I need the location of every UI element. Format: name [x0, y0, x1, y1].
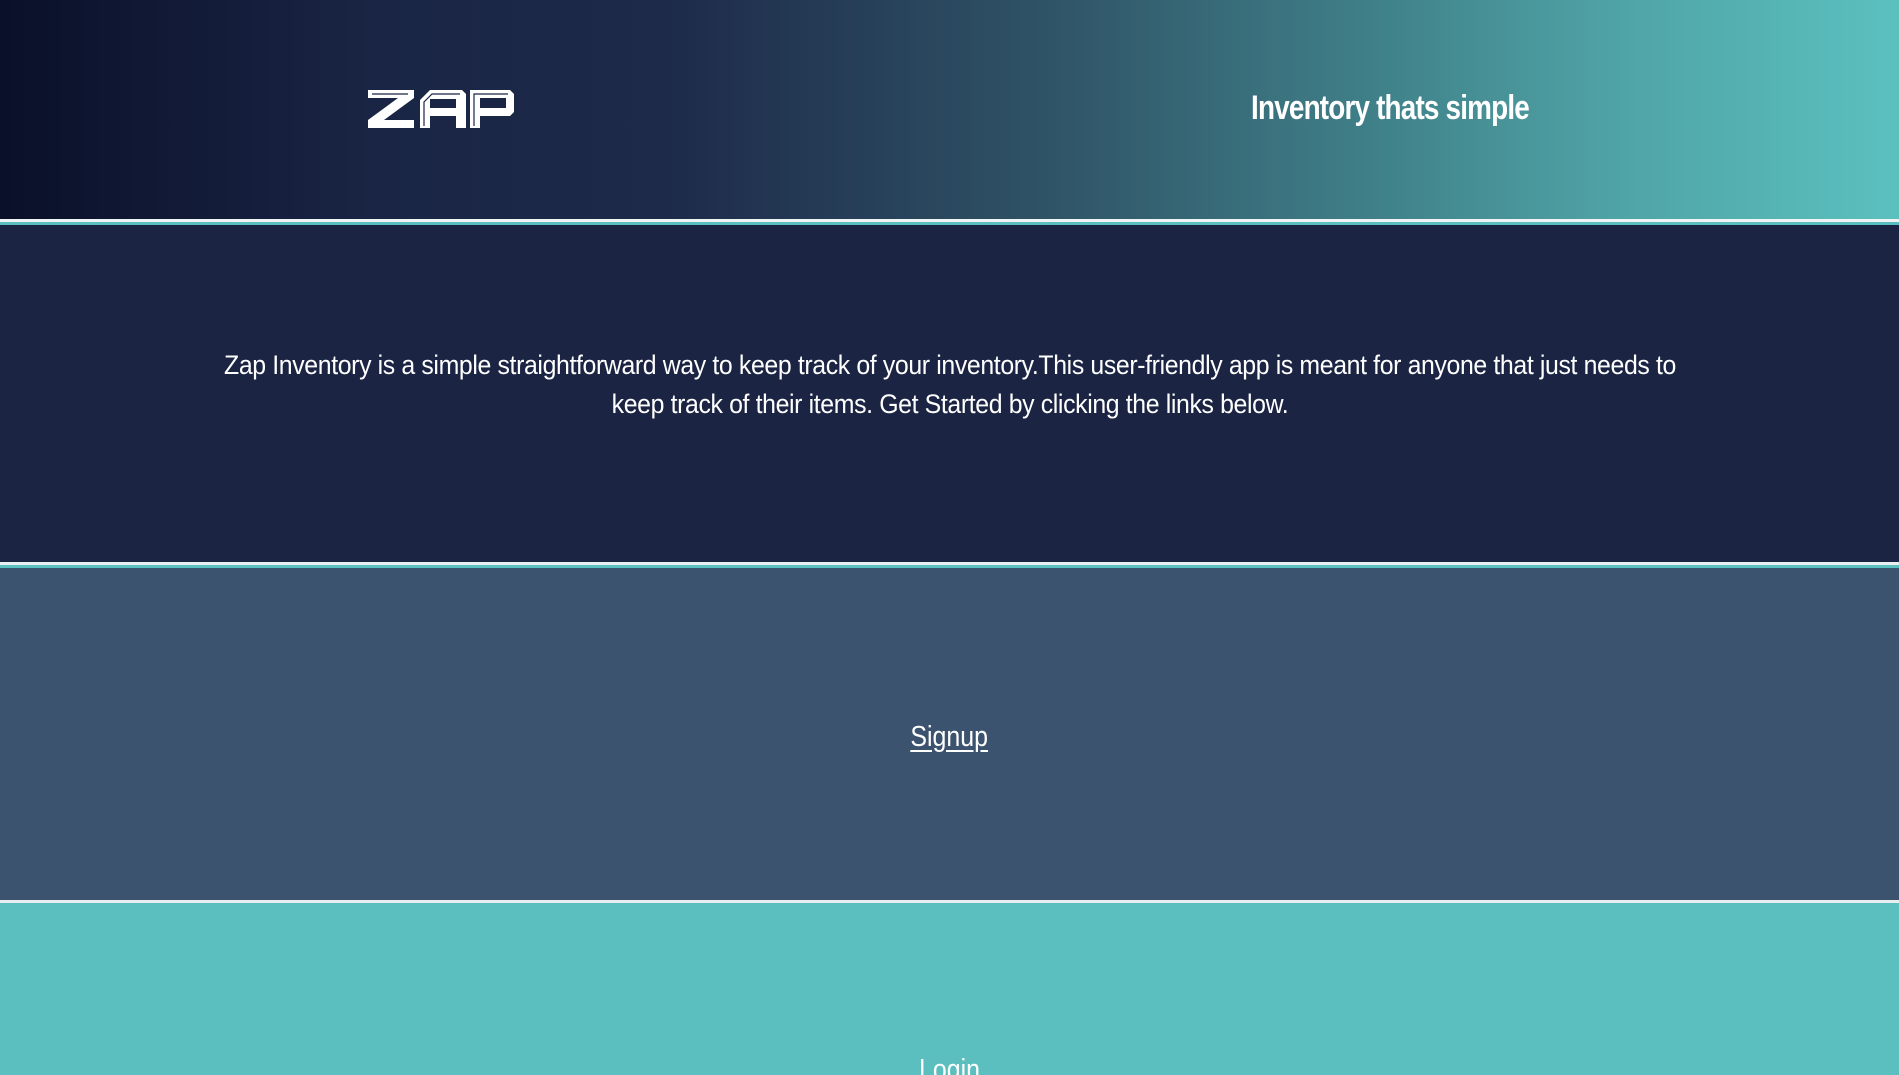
- zap-logo-graphic: [368, 90, 514, 128]
- intro-section: Zap Inventory is a simple straightforwar…: [0, 225, 1899, 565]
- header: Inventory thats simple: [0, 0, 1899, 222]
- login-link[interactable]: Login: [919, 1054, 980, 1075]
- signup-link[interactable]: Signup: [911, 721, 989, 754]
- signup-section: Signup: [0, 568, 1899, 903]
- zap-logo: [366, 86, 516, 130]
- intro-description: Zap Inventory is a simple straightforwar…: [223, 349, 1676, 419]
- tagline: Inventory thats simple: [1251, 89, 1530, 127]
- landing-page: Inventory thats simple Zap Inventory is …: [0, 0, 1899, 1075]
- login-section: Login: [0, 906, 1899, 1075]
